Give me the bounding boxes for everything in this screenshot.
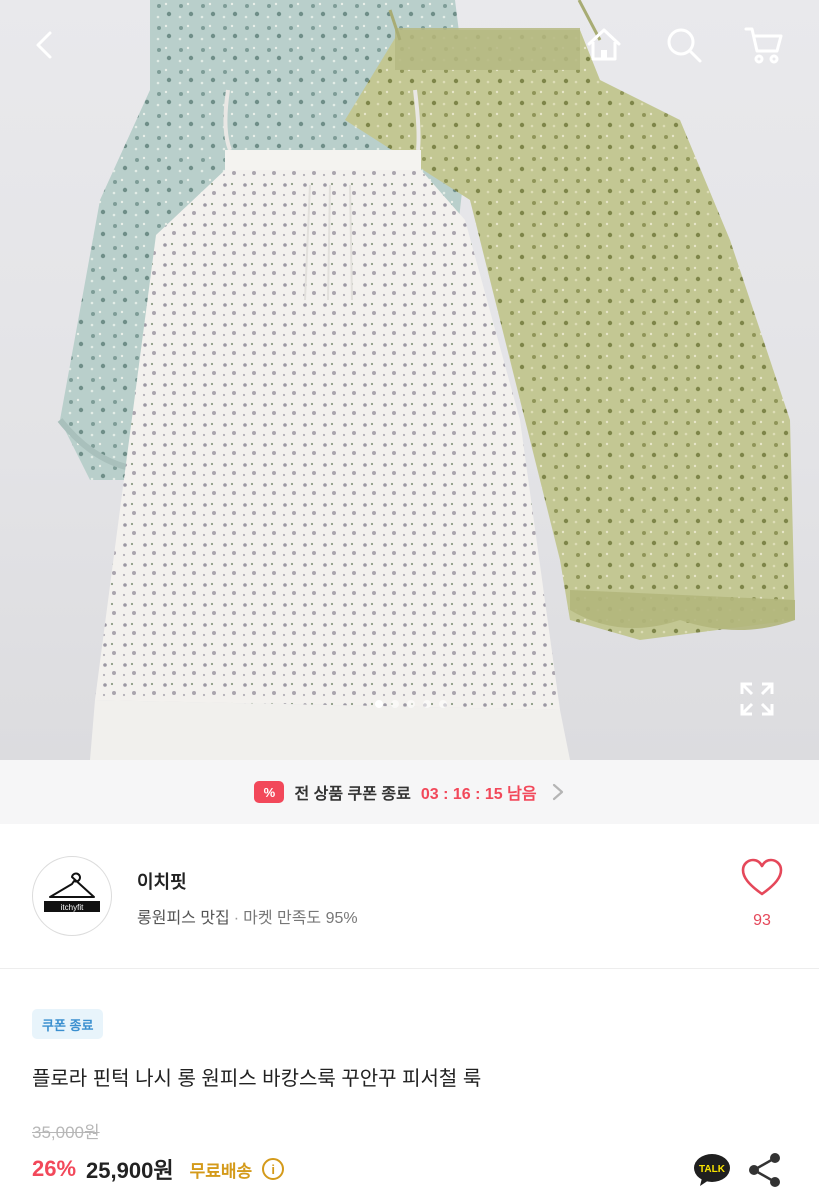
kakao-talk-icon: TALK	[694, 1154, 730, 1186]
shop-subtitle: 롱원피스 맛집 · 마켓 만족도 95%	[137, 904, 358, 928]
shop-tagline: 롱원피스 맛집	[137, 910, 230, 927]
talk-label: TALK	[699, 1164, 726, 1175]
heart-icon	[741, 858, 783, 896]
coupon-timer: 03 : 16 : 15 남음	[420, 786, 537, 803]
product-title: 플로라 핀턱 나시 롱 원피스 바캉스룩 꾸안꾸 피서철 룩	[32, 1068, 482, 1090]
shop-name[interactable]: 이치핏	[137, 868, 187, 894]
sale-price: 25,900원	[86, 1158, 174, 1183]
kakao-talk-button[interactable]: TALK	[692, 1150, 732, 1190]
home-button[interactable]	[581, 22, 627, 68]
chevron-right-icon	[552, 783, 563, 801]
cart-button[interactable]	[741, 22, 787, 68]
pager-dot[interactable]	[375, 700, 383, 708]
price-row: 26% 25,900원 무료배송 i	[32, 1153, 285, 1185]
pager-dot[interactable]	[407, 700, 415, 708]
pager-dot[interactable]	[439, 700, 447, 708]
back-button[interactable]	[22, 22, 68, 68]
like-count: 93	[753, 912, 771, 929]
top-navigation-bar	[0, 0, 819, 90]
search-button[interactable]	[661, 22, 707, 68]
expand-icon	[740, 682, 774, 716]
product-photo	[57, 0, 795, 760]
image-pager[interactable]	[375, 700, 447, 708]
coupon-ended-tag: 쿠폰 종료	[32, 1009, 104, 1039]
discount-rate: 26%	[32, 1156, 77, 1181]
product-image[interactable]	[0, 0, 819, 760]
search-icon	[667, 28, 702, 63]
pager-dot[interactable]	[423, 700, 431, 708]
chevron-left-icon	[36, 31, 52, 59]
pager-dot[interactable]	[391, 700, 399, 708]
original-price: 35,000원	[32, 1123, 100, 1142]
share-button[interactable]	[745, 1150, 785, 1190]
cart-icon	[744, 27, 783, 64]
coupon-countdown-bar[interactable]: % 전 상품 쿠폰 종료 03 : 16 : 15 남음	[0, 760, 819, 824]
share-icon	[749, 1153, 780, 1187]
coupon-badge-icon: %	[254, 781, 285, 803]
coupon-label: 전 상품 쿠폰 종료	[294, 786, 411, 803]
separator: ·	[233, 910, 240, 927]
free-shipping-label: 무료배송	[189, 1161, 253, 1181]
shop-info-section: itchyfit 이치핏 롱원피스 맛집 · 마켓 만족도 95% 93	[0, 824, 819, 969]
like-button[interactable]	[738, 854, 786, 902]
hanger-logo-icon: itchyfit	[44, 872, 100, 912]
info-icon[interactable]: i	[262, 1158, 285, 1180]
market-satisfaction: 마켓 만족도 95%	[243, 910, 358, 927]
home-icon	[587, 28, 621, 61]
shop-logo[interactable]: itchyfit	[32, 856, 112, 936]
expand-image-button[interactable]	[734, 676, 780, 722]
shop-logo-text: itchyfit	[61, 903, 84, 912]
